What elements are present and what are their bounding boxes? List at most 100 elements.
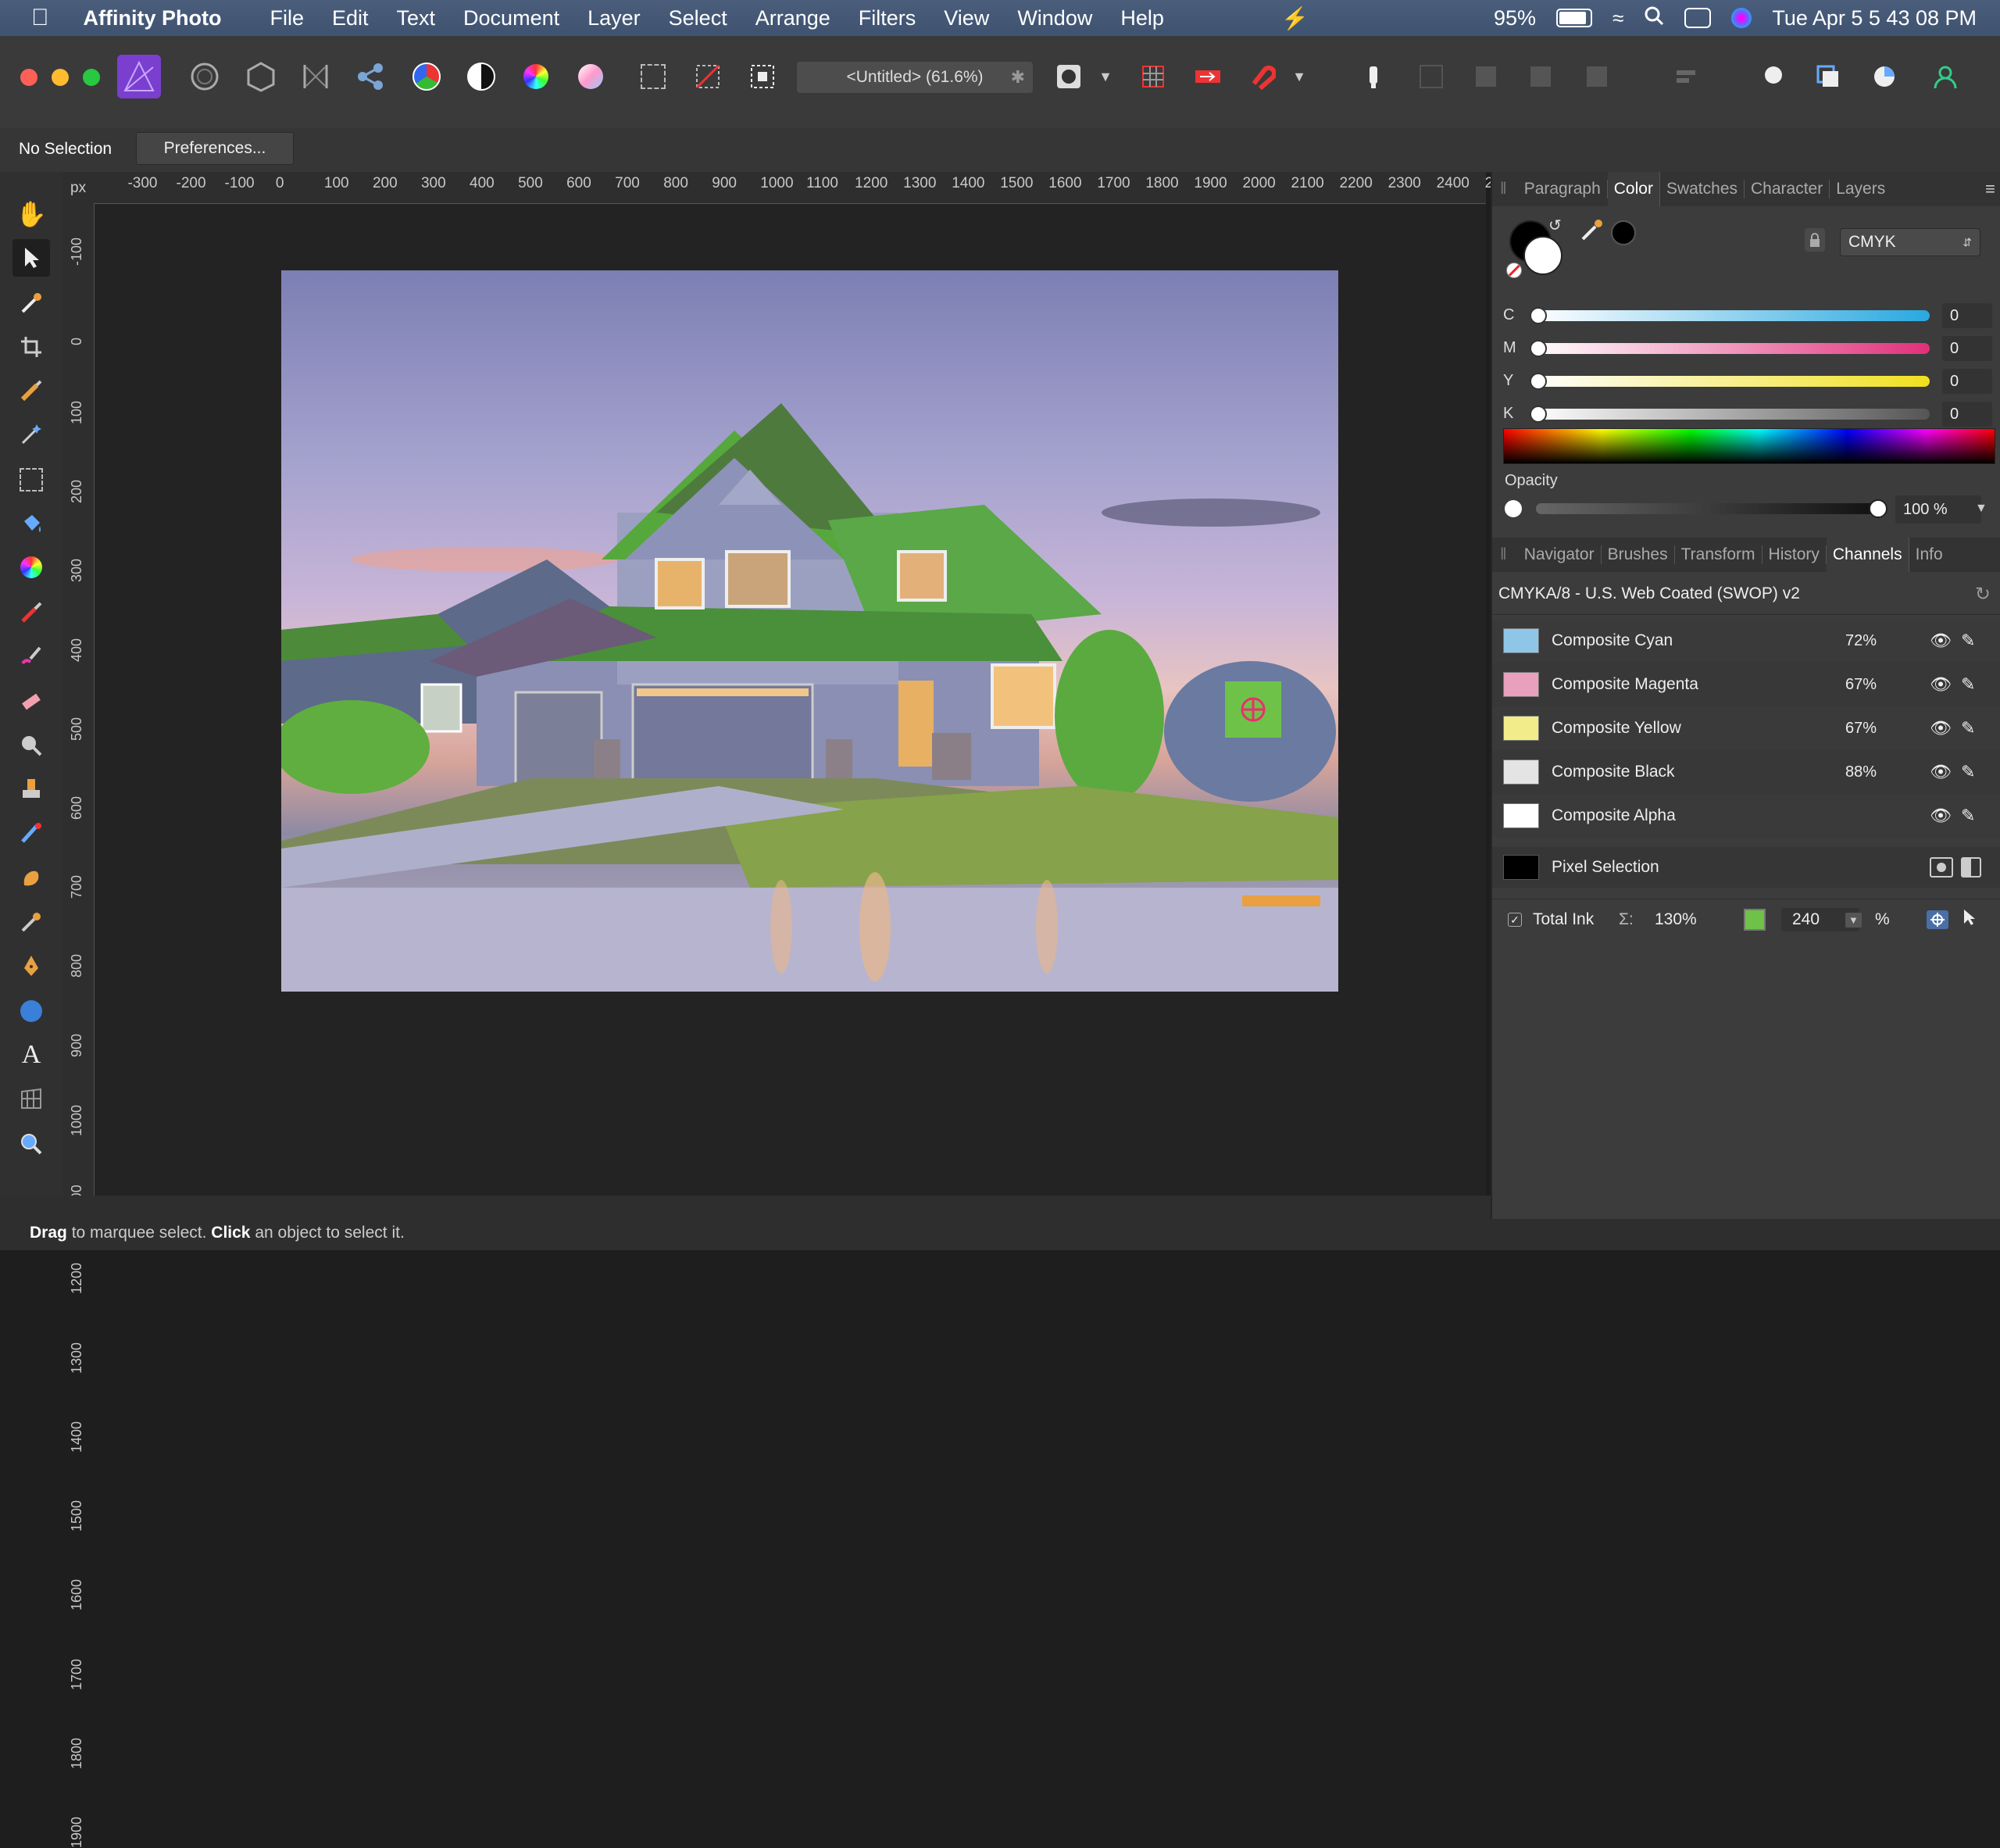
visibility-eye-icon[interactable]: 👁 <box>1930 718 1952 738</box>
blemish-removal-tool-icon[interactable] <box>12 814 50 852</box>
document-image[interactable] <box>281 270 1338 992</box>
quick-mask-dropdown-icon[interactable]: ▼ <box>1094 59 1117 94</box>
channel-row[interactable]: Composite Black 88% 👁 ✎ <box>1492 750 2000 794</box>
slider-track[interactable] <box>1531 376 1930 387</box>
edit-pencil-icon[interactable]: ✎ <box>1961 762 1975 782</box>
slider-handle[interactable] <box>1530 340 1547 357</box>
menu-text[interactable]: Text <box>397 6 436 30</box>
channel-row[interactable]: Composite Cyan 72% 👁 ✎ <box>1492 619 2000 663</box>
battery-icon[interactable] <box>1556 9 1593 27</box>
rectangular-marquee-tool-icon[interactable] <box>12 461 50 499</box>
text-tool-icon[interactable]: A <box>12 1036 50 1074</box>
spotlight-search-icon[interactable] <box>1644 5 1664 31</box>
visibility-eye-icon[interactable]: 👁 <box>1930 762 1952 782</box>
slider-track[interactable] <box>1531 343 1930 354</box>
color-model-select[interactable]: CMYK ⇵ <box>1840 228 1980 256</box>
color-picker-tool-icon[interactable] <box>12 284 50 322</box>
force-pixel-alignment-icon[interactable] <box>1191 59 1225 94</box>
export-persona-icon[interactable] <box>353 59 388 94</box>
insert-inside-icon[interactable] <box>1811 59 1845 94</box>
tone-mapping-persona-icon[interactable] <box>298 59 333 94</box>
app-name-menu[interactable]: Affinity Photo <box>84 6 222 30</box>
liquify-persona-icon[interactable] <box>188 59 222 94</box>
opacity-slider[interactable] <box>1536 499 1888 518</box>
tab-history[interactable]: History <box>1762 545 1827 564</box>
photo-persona-icon[interactable] <box>117 55 161 98</box>
channel-row[interactable]: Composite Alpha 👁 ✎ <box>1492 794 2000 838</box>
smudge-brush-tool-icon[interactable] <box>12 860 50 897</box>
arrange-back-icon[interactable] <box>1414 59 1448 94</box>
menu-select[interactable]: Select <box>669 6 727 30</box>
fill-color-well[interactable] <box>1523 236 1562 275</box>
no-color-icon[interactable] <box>1506 263 1522 278</box>
dodge-brush-tool-icon[interactable] <box>12 727 50 764</box>
slider-value-field[interactable]: 0 <box>1942 303 1992 328</box>
close-document-icon[interactable]: ✱ <box>1011 67 1025 88</box>
arrange-backward-icon[interactable] <box>1469 59 1503 94</box>
panel-menu-icon[interactable]: ≡ <box>1985 179 1995 199</box>
slider-value-field[interactable]: 0 <box>1942 402 1992 427</box>
control-center-icon[interactable] <box>1684 8 1712 28</box>
slider-handle[interactable] <box>1530 373 1547 390</box>
deselect-icon[interactable] <box>691 59 725 94</box>
slider-value-field[interactable]: 0 <box>1942 336 1992 361</box>
quick-mask-icon[interactable] <box>1052 59 1086 94</box>
invert-mask-icon[interactable] <box>1961 857 1981 878</box>
opacity-slider-handle[interactable] <box>1869 499 1888 518</box>
auto-contrast-icon[interactable] <box>464 59 498 94</box>
document-tab[interactable]: <Untitled> (61.6%) ✱ <box>797 62 1033 93</box>
clone-brush-tool-icon[interactable] <box>12 770 50 808</box>
menu-layer[interactable]: Layer <box>588 6 641 30</box>
snapping-icon[interactable] <box>1136 59 1170 94</box>
magnet-icon[interactable] <box>1245 59 1280 94</box>
arrange-forward-icon[interactable] <box>1523 59 1558 94</box>
assistant-icon[interactable] <box>1356 59 1391 94</box>
menu-filters[interactable]: Filters <box>859 6 916 30</box>
pixel-tool-icon[interactable] <box>12 638 50 675</box>
maximize-window-button[interactable] <box>83 69 100 86</box>
edit-pencil-icon[interactable]: ✎ <box>1961 718 1975 738</box>
menu-window[interactable]: Window <box>1017 6 1092 30</box>
close-window-button[interactable] <box>20 69 38 86</box>
crop-tool-icon[interactable] <box>12 328 50 366</box>
red-eye-tool-icon[interactable] <box>12 903 50 941</box>
flood-select-tool-icon[interactable] <box>12 416 50 453</box>
channel-row[interactable]: Composite Yellow 67% 👁 ✎ <box>1492 706 2000 750</box>
tab-navigator[interactable]: Navigator <box>1518 545 1602 564</box>
visibility-eye-icon[interactable]: 👁 <box>1930 674 1952 695</box>
develop-persona-icon[interactable] <box>244 59 278 94</box>
panel-grip-icon[interactable]: ‖ <box>1500 180 1507 198</box>
swap-colors-icon[interactable]: ↺ <box>1548 216 1562 235</box>
arrange-front-icon[interactable] <box>1580 59 1614 94</box>
mesh-warp-tool-icon[interactable] <box>12 1080 50 1117</box>
marquee-selection-icon[interactable] <box>636 59 670 94</box>
selection-brush-tool-icon[interactable] <box>12 372 50 409</box>
tab-layers[interactable]: Layers <box>1830 180 1891 198</box>
total-ink-checkbox[interactable]: ✓ <box>1508 913 1522 927</box>
channel-row[interactable]: Composite Magenta 67% 👁 ✎ <box>1492 663 2000 706</box>
gradient-tool-icon[interactable] <box>12 549 50 586</box>
visibility-eye-icon[interactable]: 👁 <box>1930 631 1952 651</box>
reset-channels-icon[interactable]: ↻ <box>1975 583 1991 606</box>
insert-behind-icon[interactable] <box>1756 59 1791 94</box>
edit-pencil-icon[interactable]: ✎ <box>1961 631 1975 651</box>
minimize-window-button[interactable] <box>52 69 69 86</box>
preferences-button[interactable]: Preferences... <box>136 132 294 165</box>
tab-paragraph[interactable]: Paragraph <box>1518 180 1608 198</box>
color-spectrum[interactable] <box>1503 428 1995 464</box>
apple-icon[interactable]:  <box>31 5 49 31</box>
zoom-tool-icon[interactable] <box>12 1125 50 1163</box>
ink-overlay-color-swatch[interactable] <box>1744 909 1766 931</box>
tab-color[interactable]: Color <box>1607 172 1660 206</box>
slider-handle[interactable] <box>1530 307 1547 324</box>
menu-file[interactable]: File <box>270 6 304 30</box>
menu-help[interactable]: Help <box>1120 6 1164 30</box>
ellipse-tool-icon[interactable] <box>12 992 50 1030</box>
siri-icon[interactable] <box>1731 8 1752 28</box>
slider-handle[interactable] <box>1530 406 1547 423</box>
auto-colors-icon[interactable] <box>519 59 553 94</box>
alignment-icon[interactable] <box>1669 59 1703 94</box>
insert-top-icon[interactable] <box>1867 59 1902 94</box>
flood-fill-tool-icon[interactable] <box>12 505 50 542</box>
tab-character[interactable]: Character <box>1745 180 1830 198</box>
